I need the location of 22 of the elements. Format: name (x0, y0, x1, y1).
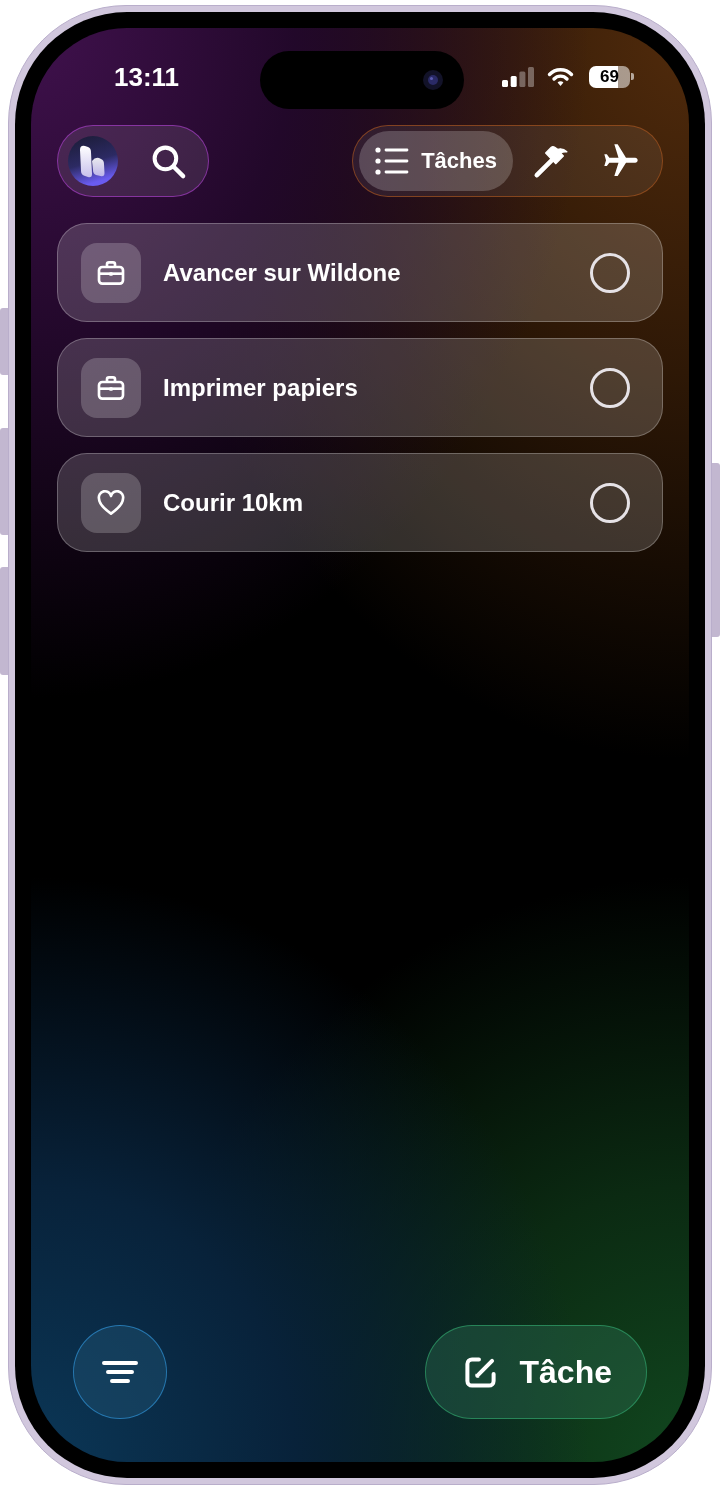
task-title: Avancer sur Wildone (163, 257, 402, 288)
checkbox[interactable] (590, 367, 630, 408)
checkbox[interactable] (590, 482, 630, 523)
battery-indicator: 69 (589, 65, 634, 88)
task-card[interactable]: Imprimer papiers (57, 338, 663, 437)
new-task-button[interactable]: Tâche (424, 1325, 647, 1419)
task-title: Courir 10km (163, 487, 305, 518)
task-title: Imprimer papiers (163, 372, 359, 403)
wifi-icon (547, 66, 574, 87)
camera-lens-icon (423, 70, 443, 90)
list-icon (375, 146, 410, 176)
filter-icon (102, 1360, 138, 1384)
heart-icon (81, 472, 141, 533)
task-card[interactable]: Avancer sur Wildone (57, 223, 663, 322)
task-card[interactable]: Courir 10km (57, 453, 663, 552)
signal-icon (502, 66, 534, 87)
checkbox[interactable] (590, 252, 630, 293)
tab[interactable]: Tâches (359, 131, 513, 191)
briefcase-icon (81, 242, 141, 303)
app-logo-icon[interactable] (68, 136, 118, 186)
briefcase-icon (81, 357, 141, 418)
status-time: 13:11 (114, 63, 180, 90)
